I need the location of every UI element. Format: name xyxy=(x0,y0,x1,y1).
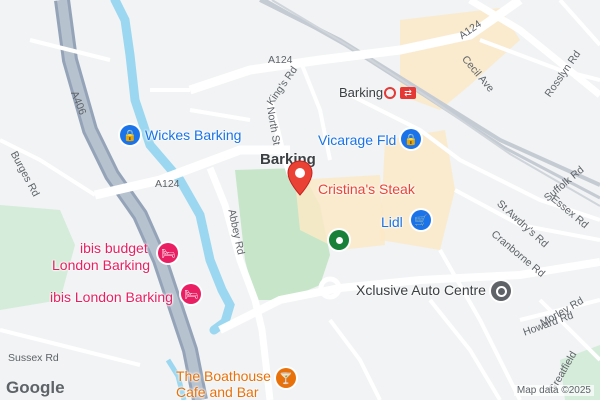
wickes-label[interactable]: Wickes Barking xyxy=(145,127,241,143)
ibis-budget-label-line2[interactable]: London Barking xyxy=(52,257,150,273)
rail-station-icon[interactable] xyxy=(384,87,396,99)
ibis-budget-pin[interactable]: 🛏 xyxy=(158,243,178,263)
vicarage-pin[interactable]: 🔒 xyxy=(401,129,421,149)
cristinas-steak-label[interactable]: Cristina's Steak xyxy=(318,181,415,197)
national-rail-icon[interactable]: ⇄ xyxy=(400,87,416,99)
google-logo: Google xyxy=(6,378,65,397)
boathouse-label-line1[interactable]: The Boathouse xyxy=(176,368,271,384)
map-base-layer xyxy=(0,0,600,400)
boathouse-pin[interactable]: 🍸 xyxy=(276,368,296,388)
boathouse-label-line2[interactable]: Cafe and Bar xyxy=(176,384,259,400)
auto-service-icon xyxy=(495,285,507,297)
lidl-pin[interactable]: 🛒 xyxy=(411,210,431,230)
ibis-label[interactable]: ibis London Barking xyxy=(50,289,173,305)
ibis-budget-label-line1[interactable]: ibis budget xyxy=(80,240,148,256)
hotel-icon: 🛏 xyxy=(161,247,175,260)
bar-icon: 🍸 xyxy=(279,372,293,385)
wickes-pin[interactable]: 🔒 xyxy=(120,125,140,145)
station-label[interactable]: Barking xyxy=(339,85,383,100)
restaurant-pin-icon[interactable] xyxy=(287,160,313,196)
map-attribution: Map data ©2025 xyxy=(513,385,594,396)
road-label-sussex-rd: Sussex Rd xyxy=(8,352,59,364)
map-canvas[interactable]: A406 A124 A124 A124 King's Rd North St A… xyxy=(0,0,600,400)
park-icon xyxy=(335,236,343,244)
shopping-bag-icon: 🔒 xyxy=(404,133,418,146)
xclusive-pin[interactable] xyxy=(491,281,511,301)
shopping-bag-icon: 🔒 xyxy=(123,129,137,142)
lidl-label[interactable]: Lidl xyxy=(381,214,403,230)
vicarage-label[interactable]: Vicarage Fld xyxy=(318,132,396,148)
park-pin[interactable] xyxy=(329,230,349,250)
road-label-a124: A124 xyxy=(155,178,180,190)
hotel-icon: 🛏 xyxy=(184,288,198,301)
ibis-pin[interactable]: 🛏 xyxy=(181,284,201,304)
xclusive-label[interactable]: Xclusive Auto Centre xyxy=(356,282,486,298)
shopping-cart-icon: 🛒 xyxy=(414,214,428,227)
